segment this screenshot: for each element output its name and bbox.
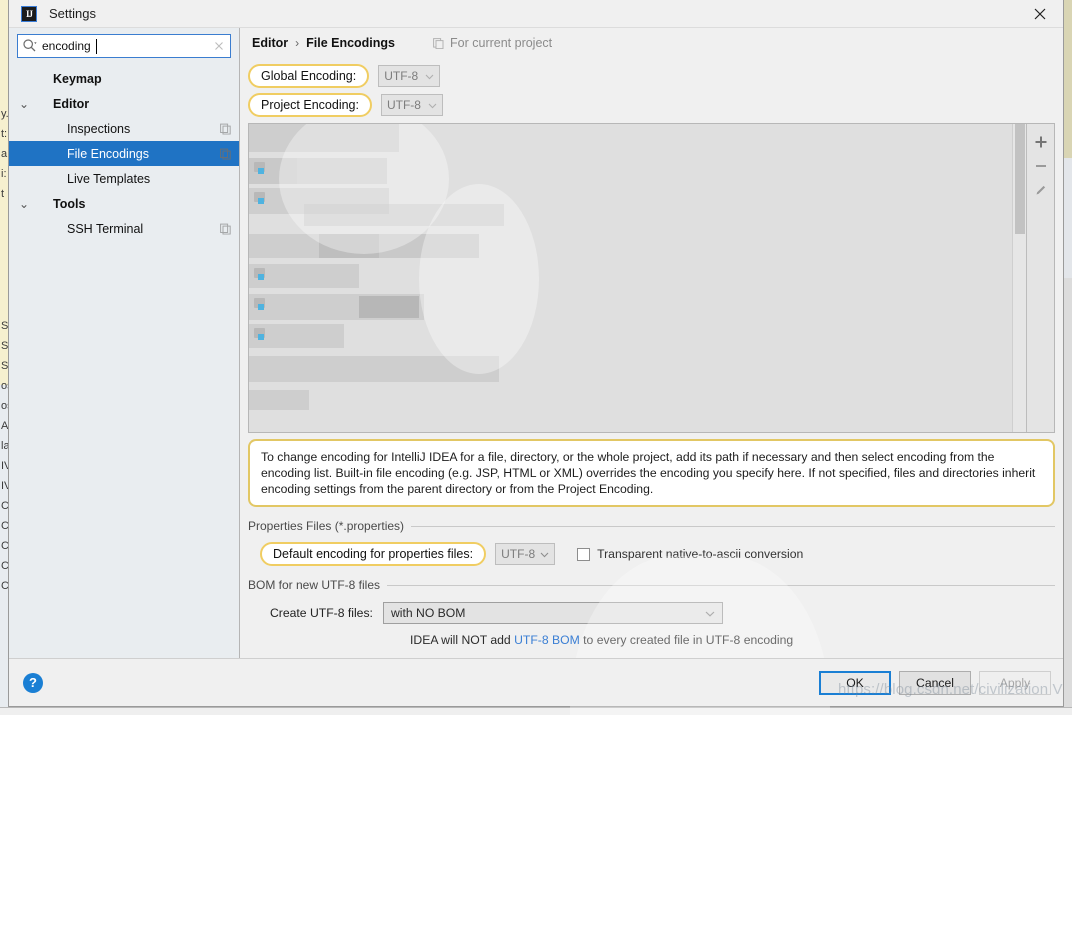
- properties-files-group-title: Properties Files (*.properties): [248, 519, 404, 533]
- search-input[interactable]: [40, 36, 212, 56]
- default-properties-encoding-value: UTF-8: [501, 547, 540, 561]
- chevron-down-icon[interactable]: ⌄: [17, 197, 31, 211]
- for-current-project-text: For current project: [450, 36, 552, 50]
- help-button[interactable]: ?: [23, 673, 43, 693]
- sidebar-item-label: Tools: [53, 197, 85, 211]
- background-right-b: [1064, 158, 1072, 278]
- sidebar-item-editor[interactable]: ⌄ Editor: [9, 91, 239, 116]
- encoding-settings: Global Encoding: UTF-8 Project Encoding:…: [240, 58, 1063, 119]
- chevron-down-icon: [425, 69, 434, 83]
- global-encoding-select[interactable]: UTF-8: [378, 65, 440, 87]
- dialog-titlebar: IJ Settings: [9, 0, 1063, 28]
- background-right-strip: [1064, 0, 1072, 715]
- breadcrumb-parent[interactable]: Editor: [252, 36, 288, 50]
- page-title: File Encodings: [306, 36, 395, 50]
- search-icon: [22, 38, 38, 54]
- transparent-native-to-ascii-checkbox[interactable]: Transparent native-to-ascii conversion: [577, 547, 803, 561]
- create-utf8-files-value: with NO BOM: [391, 606, 705, 620]
- sidebar-item-keymap[interactable]: Keymap: [9, 66, 239, 91]
- bom-hint-prefix: IDEA will NOT add: [410, 633, 514, 647]
- background-right-c: [1064, 278, 1072, 715]
- copy-settings-icon: [433, 38, 444, 49]
- chevron-down-icon: [540, 547, 549, 561]
- cancel-button[interactable]: Cancel: [899, 671, 971, 695]
- dialog-action-buttons: OK Cancel Apply: [819, 671, 1051, 695]
- settings-tree: Keymap ⌄ Editor Inspections File Encodings Li…: [9, 66, 239, 658]
- text-caret: [96, 39, 97, 54]
- copy-settings-icon[interactable]: [220, 223, 231, 234]
- default-properties-encoding-label: Default encoding for properties files:: [260, 542, 486, 566]
- properties-files-group-header: Properties Files (*.properties): [248, 519, 1055, 533]
- checkbox-box[interactable]: [577, 548, 590, 561]
- project-encoding-label: Project Encoding:: [248, 93, 372, 117]
- sidebar-item-label: SSH Terminal: [67, 222, 143, 236]
- dialog-footer: ? OK Cancel Apply: [9, 658, 1063, 706]
- sidebar-item-label: Live Templates: [67, 172, 150, 186]
- bom-group-body: Create UTF-8 files: with NO BOM IDEA wil…: [248, 592, 1055, 647]
- intellij-idea-icon: IJ: [21, 6, 37, 22]
- copy-settings-icon[interactable]: [220, 148, 231, 159]
- sidebar-item-label: Inspections: [67, 122, 130, 136]
- chevron-down-icon: [705, 606, 715, 620]
- for-current-project-label: For current project: [433, 36, 552, 50]
- sidebar-item-inspections[interactable]: Inspections: [9, 116, 239, 141]
- settings-content: Editor › File Encodings For current proj…: [240, 28, 1063, 658]
- sidebar-item-label: File Encodings: [67, 147, 149, 161]
- chevron-down-icon: [428, 98, 437, 112]
- info-note-text: To change encoding for IntelliJ IDEA for…: [261, 450, 1035, 496]
- search-area: [9, 28, 239, 62]
- info-note: To change encoding for IntelliJ IDEA for…: [248, 439, 1055, 507]
- plus-icon[interactable]: [1029, 130, 1053, 154]
- sidebar-item-label: Keymap: [53, 72, 102, 86]
- close-icon[interactable]: [1017, 0, 1063, 27]
- bom-group: BOM for new UTF-8 files Create UTF-8 fil…: [248, 578, 1055, 647]
- pencil-icon[interactable]: [1029, 178, 1053, 202]
- group-divider: [387, 585, 1055, 586]
- search-box[interactable]: [17, 34, 231, 58]
- bom-group-header: BOM for new UTF-8 files: [248, 578, 1055, 592]
- bom-hint: IDEA will NOT add UTF-8 BOM to every cre…: [410, 633, 1055, 647]
- utf8-bom-link[interactable]: UTF-8 BOM: [514, 633, 580, 647]
- sidebar-item-live-templates[interactable]: Live Templates: [9, 166, 239, 191]
- clear-icon[interactable]: [212, 39, 226, 53]
- create-utf8-files-select[interactable]: with NO BOM: [383, 602, 723, 624]
- dialog-title: Settings: [49, 6, 96, 21]
- background-right-a: [1064, 0, 1072, 158]
- project-encoding-value: UTF-8: [387, 98, 428, 112]
- copy-settings-icon[interactable]: [220, 123, 231, 134]
- settings-dialog: IJ Settings: [8, 0, 1064, 707]
- settings-sidebar: Keymap ⌄ Editor Inspections File Encodings Li…: [9, 28, 240, 658]
- properties-files-group-body: Default encoding for properties files: U…: [248, 533, 1055, 566]
- encoding-paths-table-content[interactable]: [249, 124, 1012, 432]
- project-encoding-row: Project Encoding: UTF-8: [248, 90, 1063, 119]
- group-divider: [411, 526, 1055, 527]
- table-scrollbar[interactable]: [1012, 124, 1026, 432]
- create-utf8-files-label: Create UTF-8 files:: [270, 606, 373, 620]
- breadcrumb-separator: ›: [295, 36, 299, 50]
- sidebar-item-ssh-terminal[interactable]: SSH Terminal: [9, 216, 239, 241]
- transparent-native-to-ascii-label: Transparent native-to-ascii conversion: [597, 547, 803, 561]
- default-properties-encoding-select[interactable]: UTF-8: [495, 543, 555, 565]
- bom-hint-suffix: to every created file in UTF-8 encoding: [580, 633, 793, 647]
- project-encoding-select[interactable]: UTF-8: [381, 94, 443, 116]
- encoding-paths-table[interactable]: [248, 123, 1055, 433]
- sidebar-item-label: Editor: [53, 97, 89, 111]
- global-encoding-value: UTF-8: [384, 69, 425, 83]
- bom-group-title: BOM for new UTF-8 files: [248, 578, 380, 592]
- properties-files-group: Properties Files (*.properties) Default …: [248, 519, 1055, 566]
- create-utf8-files-row: Create UTF-8 files: with NO BOM: [270, 602, 1055, 624]
- table-scrollbar-thumb[interactable]: [1015, 124, 1025, 234]
- ok-button[interactable]: OK: [819, 671, 891, 695]
- global-encoding-row: Global Encoding: UTF-8: [248, 61, 1063, 90]
- sidebar-item-tools[interactable]: ⌄ Tools: [9, 191, 239, 216]
- breadcrumb: Editor › File Encodings For current proj…: [240, 28, 1063, 58]
- apply-button[interactable]: Apply: [979, 671, 1051, 695]
- background-bottom-bar: [0, 707, 1072, 715]
- minus-icon[interactable]: [1029, 154, 1053, 178]
- global-encoding-label: Global Encoding:: [248, 64, 369, 88]
- sidebar-item-file-encodings[interactable]: File Encodings: [9, 141, 239, 166]
- dialog-body: Keymap ⌄ Editor Inspections File Encodings Li…: [9, 28, 1063, 658]
- table-toolbar: [1026, 124, 1054, 432]
- chevron-down-icon[interactable]: ⌄: [17, 97, 31, 111]
